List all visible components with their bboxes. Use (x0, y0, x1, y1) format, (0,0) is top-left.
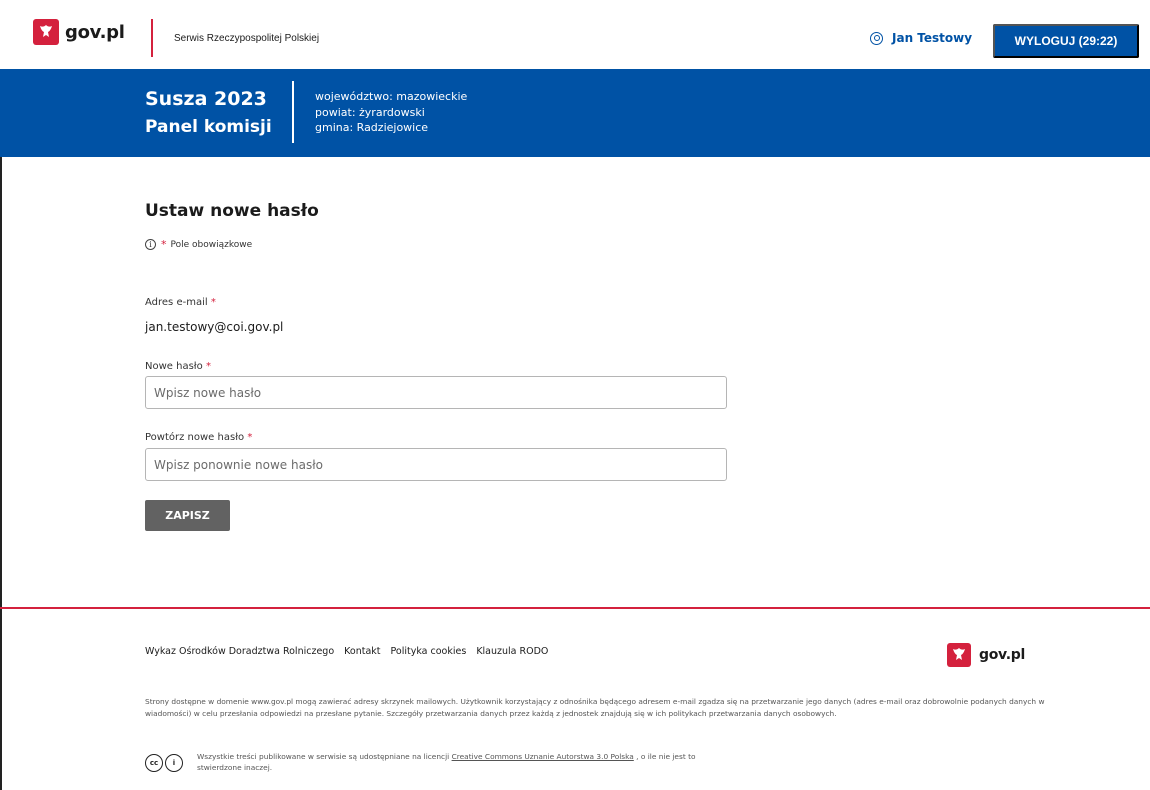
banner-title-line2: Panel komisji (145, 117, 272, 137)
license-prefix: Wszystkie treści publikowane w serwisie … (197, 752, 450, 761)
voivodeship-text: województwo: mazowieckie (315, 90, 468, 103)
info-icon: i (145, 239, 156, 250)
gov-logo[interactable]: gov.pl (33, 19, 125, 45)
eagle-emblem-icon (33, 19, 59, 45)
footer-link-odr[interactable]: Wykaz Ośrodków Doradztwa Rolniczego (145, 646, 334, 657)
logo-text: gov.pl (65, 21, 125, 43)
required-note-text: Pole obowiązkowe (170, 239, 253, 250)
header-divider (151, 19, 153, 57)
county-text: powiat: żyrardowski (315, 105, 425, 119)
creative-commons-icon: cc (145, 754, 163, 772)
email-value: jan.testowy@coi.gov.pl (145, 320, 284, 334)
email-label: Adres e-mail * (145, 297, 216, 308)
new-password-label-text: Nowe hasło (145, 361, 203, 372)
top-bar: gov.pl Serwis Rzeczypospolitej Polskiej … (0, 0, 1150, 69)
email-label-text: Adres e-mail (145, 297, 208, 308)
footer-links: Wykaz Ośrodków Doradztwa Rolniczego Kont… (145, 646, 548, 657)
save-button[interactable]: ZAPISZ (145, 500, 230, 531)
email-required-marker: * (210, 297, 216, 308)
banner-divider (292, 81, 294, 143)
user-menu[interactable]: Jan Testowy (870, 31, 972, 45)
repeat-password-input[interactable] (145, 448, 727, 481)
new-password-label: Nowe hasło * (145, 361, 211, 372)
required-star: * (161, 238, 167, 251)
license-link[interactable]: Creative Commons Uznanie Autorstwa 3.0 P… (452, 752, 634, 761)
footer-link-cookies[interactable]: Polityka cookies (391, 646, 467, 657)
repeat-password-label: Powtórz nowe hasło * (145, 432, 252, 443)
footer-link-rodo[interactable]: Klauzula RODO (476, 646, 548, 657)
license-text: Wszystkie treści publikowane w serwisie … (197, 752, 737, 773)
footer-logo-text: gov.pl (979, 647, 1025, 663)
cc-icons: cc i (145, 754, 183, 772)
banner-title-line1: Susza 2023 (145, 88, 267, 110)
repeat-password-required-marker: * (247, 432, 253, 443)
required-note: i * Pole obowiązkowe (145, 238, 252, 251)
legal-notice: Strony dostępne w domenie www.gov.pl mog… (145, 697, 1045, 718)
footer-gov-logo[interactable]: gov.pl (947, 643, 1025, 667)
repeat-password-label-text: Powtórz nowe hasło (145, 432, 245, 443)
banner-location: województwo: mazowieckie powiat: żyrardo… (315, 89, 467, 136)
commune-text: gmina: Radziejowice (315, 121, 429, 134)
banner-title: Susza 2023 Panel komisji (145, 85, 272, 141)
footer-divider (0, 607, 1150, 609)
footer-eagle-emblem-icon (947, 643, 971, 667)
new-password-required-marker: * (205, 361, 211, 372)
new-password-input[interactable] (145, 376, 727, 409)
service-banner: Susza 2023 Panel komisji województwo: ma… (0, 69, 1150, 157)
license-notice: cc i Wszystkie treści publikowane w serw… (145, 752, 737, 773)
attribution-icon: i (165, 754, 183, 772)
service-name: Serwis Rzeczypospolitej Polskiej (174, 33, 320, 44)
footer-link-contact[interactable]: Kontakt (344, 646, 380, 657)
logout-button[interactable]: WYLOGUJ (29:22) (993, 24, 1139, 58)
user-name: Jan Testowy (892, 31, 973, 45)
user-icon (870, 31, 883, 45)
page-title: Ustaw nowe hasło (145, 201, 319, 221)
